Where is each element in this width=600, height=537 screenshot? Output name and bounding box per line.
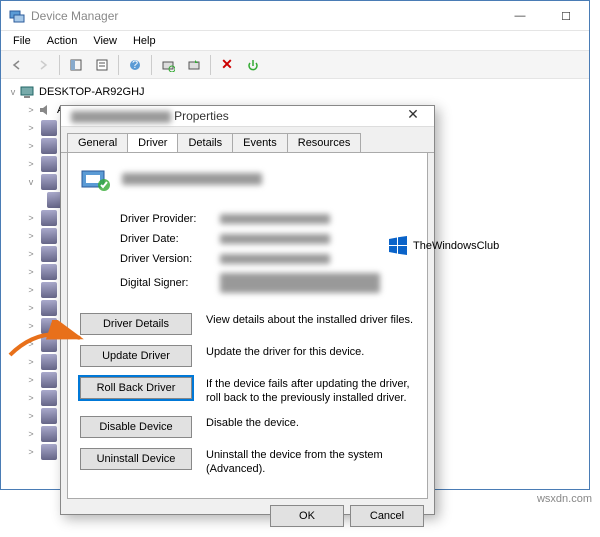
info-label: Driver Date: — [120, 233, 220, 245]
tree-root-label: DESKTOP-AR92GHJ — [39, 86, 145, 98]
scan-button[interactable] — [156, 53, 180, 77]
properties-dialog: Properties ✕ General Driver Details Even… — [60, 105, 435, 515]
uninstall-button[interactable]: ✕ — [215, 53, 239, 77]
info-label: Digital Signer: — [120, 277, 220, 289]
update-driver-button[interactable] — [182, 53, 206, 77]
thewindowsclub-watermark: TheWindowsClub — [387, 235, 499, 257]
toolbar: ? ✕ — [1, 51, 589, 79]
x-icon: ✕ — [221, 56, 233, 73]
maximize-button[interactable]: ☐ — [543, 1, 589, 31]
info-value-redacted — [220, 214, 330, 224]
button-desc: View details about the installed driver … — [206, 313, 415, 327]
show-hide-button[interactable] — [64, 53, 88, 77]
button-desc: Update the driver for this device. — [206, 345, 415, 359]
windows-logo-icon — [387, 235, 409, 257]
help-button[interactable]: ? — [123, 53, 147, 77]
info-label: Driver Provider: — [120, 213, 220, 225]
driver-info-table: Driver Provider: Driver Date: Driver Ver… — [120, 209, 415, 297]
back-button[interactable] — [5, 53, 29, 77]
close-button[interactable]: ✕ — [398, 106, 428, 126]
tab-driver[interactable]: Driver — [127, 133, 178, 152]
info-value-redacted — [220, 254, 330, 264]
dialog-footer: OK Cancel — [61, 505, 434, 537]
device-icon — [41, 156, 57, 172]
tab-bar: General Driver Details Events Resources — [61, 127, 434, 153]
device-name-redacted — [122, 173, 262, 185]
expand-icon[interactable]: v — [7, 87, 19, 97]
disable-device-button[interactable]: Disable Device — [80, 416, 192, 438]
device-icon — [41, 372, 57, 388]
device-icon — [41, 390, 57, 406]
menu-view[interactable]: View — [85, 33, 125, 49]
button-desc: If the device fails after updating the d… — [206, 377, 415, 406]
driver-details-button[interactable]: Driver Details — [80, 313, 192, 335]
forward-button[interactable] — [31, 53, 55, 77]
tab-resources[interactable]: Resources — [287, 133, 362, 152]
source-watermark: wsxdn.com — [537, 493, 592, 505]
button-desc: Disable the device. — [206, 416, 415, 430]
update-driver-button[interactable]: Update Driver — [80, 345, 192, 367]
tab-details[interactable]: Details — [177, 133, 233, 152]
dialog-title-bar[interactable]: Properties ✕ — [61, 106, 434, 127]
menu-bar: File Action View Help — [1, 31, 589, 51]
info-label: Driver Version: — [120, 253, 220, 265]
tab-general[interactable]: General — [67, 133, 128, 152]
watermark-text: TheWindowsClub — [413, 240, 499, 252]
device-icon — [41, 282, 57, 298]
dialog-body: Driver Provider: Driver Date: Driver Ver… — [67, 153, 428, 499]
app-icon — [9, 8, 25, 24]
device-icon — [41, 138, 57, 154]
cancel-button[interactable]: Cancel — [350, 505, 424, 527]
device-icon — [41, 336, 57, 352]
minimize-button[interactable]: — — [497, 1, 543, 31]
menu-action[interactable]: Action — [39, 33, 86, 49]
dialog-title: Properties — [174, 109, 229, 123]
device-icon — [41, 408, 57, 424]
device-icon — [41, 354, 57, 370]
device-icon — [41, 210, 57, 226]
window-title: Device Manager — [31, 9, 118, 23]
info-value-redacted — [220, 234, 330, 244]
svg-text:?: ? — [132, 59, 138, 71]
info-value-redacted — [220, 273, 380, 293]
properties-button[interactable] — [90, 53, 114, 77]
device-icon — [41, 318, 57, 334]
device-icon — [41, 300, 57, 316]
device-large-icon — [80, 165, 112, 193]
enable-button[interactable] — [241, 53, 265, 77]
menu-file[interactable]: File — [5, 33, 39, 49]
title-bar: Device Manager — ☐ — [1, 1, 589, 31]
ok-button[interactable]: OK — [270, 505, 344, 527]
usb-icon — [41, 444, 57, 460]
tree-root[interactable]: v DESKTOP-AR92GHJ — [3, 83, 587, 101]
computer-icon — [19, 84, 35, 100]
menu-help[interactable]: Help — [125, 33, 164, 49]
device-icon — [41, 426, 57, 442]
camera-icon — [41, 120, 57, 136]
display-adapter-icon — [41, 174, 57, 190]
expand-icon[interactable]: > — [25, 105, 37, 115]
tab-events[interactable]: Events — [232, 133, 288, 152]
audio-icon — [37, 102, 53, 118]
device-icon — [41, 228, 57, 244]
device-icon — [41, 246, 57, 262]
device-icon — [41, 264, 57, 280]
uninstall-device-button[interactable]: Uninstall Device — [80, 448, 192, 470]
roll-back-driver-button[interactable]: Roll Back Driver — [80, 377, 192, 399]
button-desc: Uninstall the device from the system (Ad… — [206, 448, 415, 477]
